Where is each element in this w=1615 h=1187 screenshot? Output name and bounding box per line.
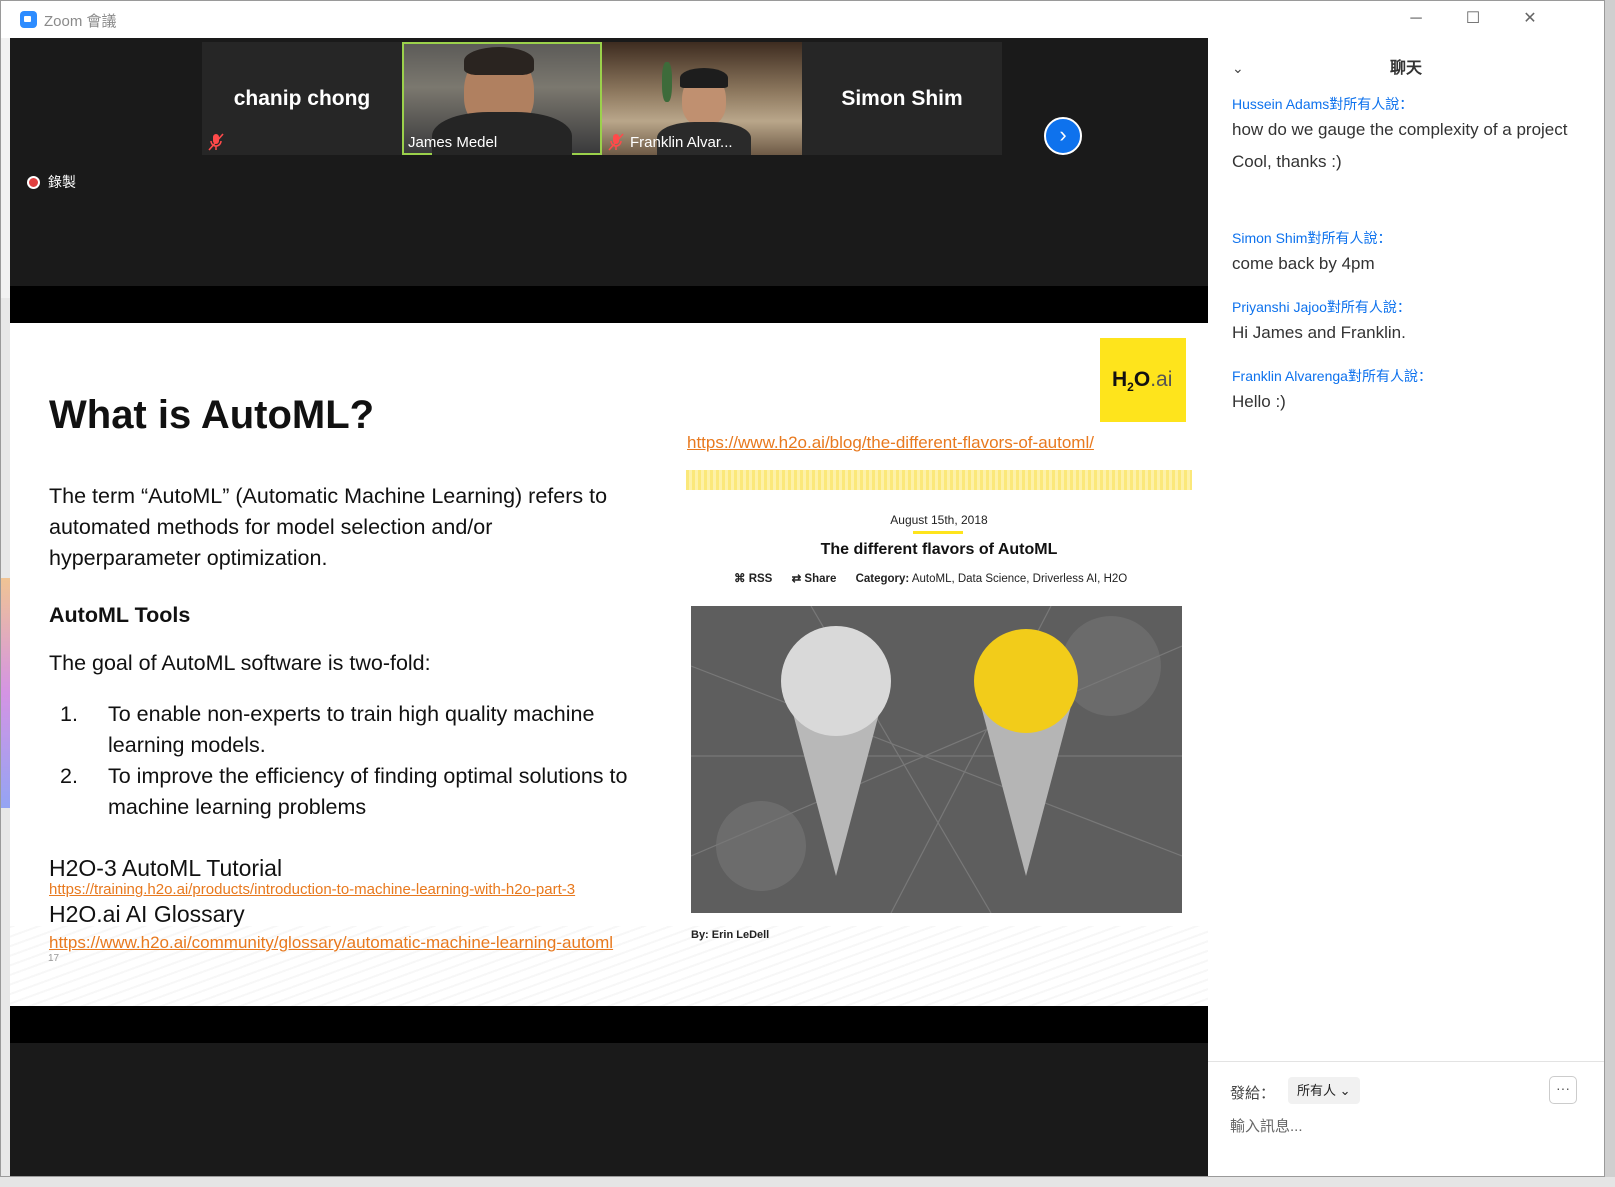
recording-indicator[interactable]: 錄製 bbox=[27, 172, 76, 192]
recipient-label: 對所有人說： bbox=[1307, 230, 1392, 246]
list-text: To enable non-experts to train high qual… bbox=[108, 702, 595, 757]
chat-divider bbox=[1208, 1061, 1604, 1062]
participant-hair bbox=[680, 68, 728, 88]
message-text: how do we gauge the complexity of a proj… bbox=[1232, 120, 1568, 139]
letterbox-bottom bbox=[10, 1006, 1208, 1043]
recipient-label: 對所有人說： bbox=[1329, 96, 1414, 112]
logo-2: 2 bbox=[1127, 380, 1134, 395]
letterbox-top bbox=[10, 286, 1208, 323]
shared-slide: What is AutoML? The term “AutoML” (Autom… bbox=[10, 323, 1208, 1006]
plant bbox=[662, 62, 672, 102]
sender-name[interactable]: Hussein Adams bbox=[1232, 96, 1329, 112]
sender-name[interactable]: Franklin Alvarenga bbox=[1232, 368, 1348, 384]
message-sender: Priyanshi Jajoo對所有人說： bbox=[1232, 297, 1582, 317]
message-text: Cool, thanks :) bbox=[1232, 152, 1342, 171]
rss-icon: ⌘ bbox=[734, 573, 746, 585]
category-value: AutoML, Data Science, Driverless AI, H2O bbox=[911, 573, 1128, 585]
title-accent bbox=[913, 531, 963, 534]
chevron-right-icon: › bbox=[1059, 122, 1067, 147]
chat-message: Priyanshi Jajoo對所有人說： Hi James and Frank… bbox=[1232, 297, 1582, 349]
background-app-edge bbox=[1, 38, 10, 1176]
close-button[interactable]: ✕ bbox=[1517, 7, 1543, 31]
maximize-button[interactable]: ☐ bbox=[1460, 7, 1486, 31]
chat-panel: ⌄ 聊天 Hussein Adams對所有人說： how do we gauge… bbox=[1208, 38, 1604, 1176]
resource-title: H2O.ai AI Glossary bbox=[49, 901, 245, 927]
resource-title: H2O-3 AutoML Tutorial bbox=[49, 855, 283, 881]
title-bar: Zoom 會議 ─ ☐ ✕ bbox=[1, 1, 1604, 38]
list-text: To improve the efficiency of finding opt… bbox=[108, 764, 628, 819]
bleed-block bbox=[1, 38, 10, 298]
sender-name[interactable]: Simon Shim bbox=[1232, 230, 1307, 246]
logo-h: H bbox=[1112, 368, 1128, 391]
chat-message-input[interactable] bbox=[1230, 1112, 1570, 1140]
slide-subheading: AutoML Tools bbox=[49, 603, 191, 627]
message-text: come back by 4pm bbox=[1232, 254, 1375, 273]
sender-name[interactable]: Priyanshi Jajoo bbox=[1232, 299, 1327, 315]
participant-name: James Medel bbox=[408, 134, 498, 151]
slide-page-number: 17 bbox=[48, 953, 60, 964]
slide-goal: The goal of AutoML software is two-fold: bbox=[49, 651, 431, 675]
chat-header: 聊天 bbox=[1389, 60, 1422, 77]
slide-title: What is AutoML? bbox=[49, 393, 375, 437]
rss-label: RSS bbox=[748, 573, 773, 585]
recipient-label: 對所有人說： bbox=[1347, 368, 1432, 384]
participant-name: Simon Shim bbox=[841, 87, 963, 110]
logo-ai: .ai bbox=[1150, 368, 1173, 391]
chat-message: Hussein Adams對所有人說： how do we gauge the … bbox=[1232, 94, 1582, 178]
participant-tile[interactable]: Simon Shim bbox=[802, 42, 1002, 155]
slide-intro: The term “AutoML” (Automatic Machine Lea… bbox=[49, 484, 608, 570]
background-scrollbar bbox=[1605, 0, 1615, 1187]
next-page-button[interactable]: › bbox=[1044, 117, 1082, 155]
recording-label: 錄製 bbox=[48, 174, 76, 190]
share-label: Share bbox=[804, 573, 837, 585]
muted-mic-icon bbox=[208, 133, 224, 151]
desktop-edge bbox=[0, 1177, 1615, 1187]
recipient-label: 對所有人說： bbox=[1326, 299, 1411, 315]
muted-mic-icon bbox=[608, 133, 624, 151]
chat-message: Franklin Alvarenga對所有人說： Hello :) bbox=[1232, 366, 1582, 418]
participant-hair bbox=[464, 47, 534, 75]
list-item: 2. To improve the efficiency of finding o… bbox=[60, 761, 660, 823]
participant-name: chanip chong bbox=[233, 87, 371, 110]
message-sender: Franklin Alvarenga對所有人說： bbox=[1232, 366, 1582, 386]
participant-name: Franklin Alvar... bbox=[630, 134, 733, 151]
more-options-button[interactable]: ··· bbox=[1549, 1076, 1577, 1104]
participant-video-tile[interactable]: Franklin Alvar... bbox=[602, 42, 802, 155]
resource-link: https://training.h2o.ai/products/introdu… bbox=[49, 881, 576, 898]
blog-meta: ⌘ RSS ⇄ Share Category: AutoML, Data Sci… bbox=[734, 571, 1127, 585]
blog-byline: By: Erin LeDell bbox=[691, 929, 770, 941]
chevron-down-icon: ⌄ bbox=[1339, 1083, 1351, 1098]
message-sender: Simon Shim對所有人說： bbox=[1232, 228, 1582, 248]
send-to-label: 發給： bbox=[1230, 1085, 1276, 1102]
bleed-block bbox=[1, 578, 10, 808]
chat-message: Simon Shim對所有人說： come back by 4pm bbox=[1232, 228, 1582, 280]
message-text: Hi James and Franklin. bbox=[1232, 323, 1406, 342]
window-title: Zoom 會議 bbox=[44, 13, 117, 30]
minimize-button[interactable]: ─ bbox=[1403, 7, 1429, 31]
slide-list: 1. To enable non-experts to train high qu… bbox=[60, 699, 660, 823]
blog-title: The different flavors of AutoML bbox=[820, 541, 1058, 558]
list-number: 1. bbox=[60, 702, 78, 726]
logo-o: O bbox=[1133, 368, 1151, 391]
blog-url: https://www.h2o.ai/blog/the-different-fl… bbox=[687, 433, 1094, 452]
message-text: Hello :) bbox=[1232, 392, 1286, 411]
category-label: Category: bbox=[855, 573, 910, 585]
resource-link: https://www.h2o.ai/community/glossary/au… bbox=[49, 933, 614, 952]
list-number: 2. bbox=[60, 764, 78, 788]
yellow-banner bbox=[686, 470, 1192, 490]
zoom-app-icon bbox=[20, 11, 37, 28]
meeting-video-area: chanip chong James Medel Franklin Alvar.… bbox=[10, 38, 1208, 1176]
participant-tile[interactable]: chanip chong bbox=[202, 42, 402, 155]
record-icon bbox=[27, 176, 40, 189]
message-sender: Hussein Adams對所有人說： bbox=[1232, 94, 1582, 114]
blog-hero-image bbox=[691, 606, 1182, 913]
zoom-window: Zoom 會議 ─ ☐ ✕ chanip chong James Medel F… bbox=[0, 0, 1605, 1177]
recipient-select[interactable]: 所有人 ⌄ bbox=[1288, 1077, 1360, 1104]
recipient-value: 所有人 bbox=[1297, 1083, 1337, 1098]
list-item: 1. To enable non-experts to train high qu… bbox=[60, 699, 660, 761]
participant-video-tile[interactable]: James Medel bbox=[402, 42, 602, 155]
share-icon: ⇄ bbox=[791, 573, 802, 585]
h2o-logo: H2O.ai bbox=[1100, 338, 1186, 422]
blog-date: August 15th, 2018 bbox=[890, 513, 988, 527]
